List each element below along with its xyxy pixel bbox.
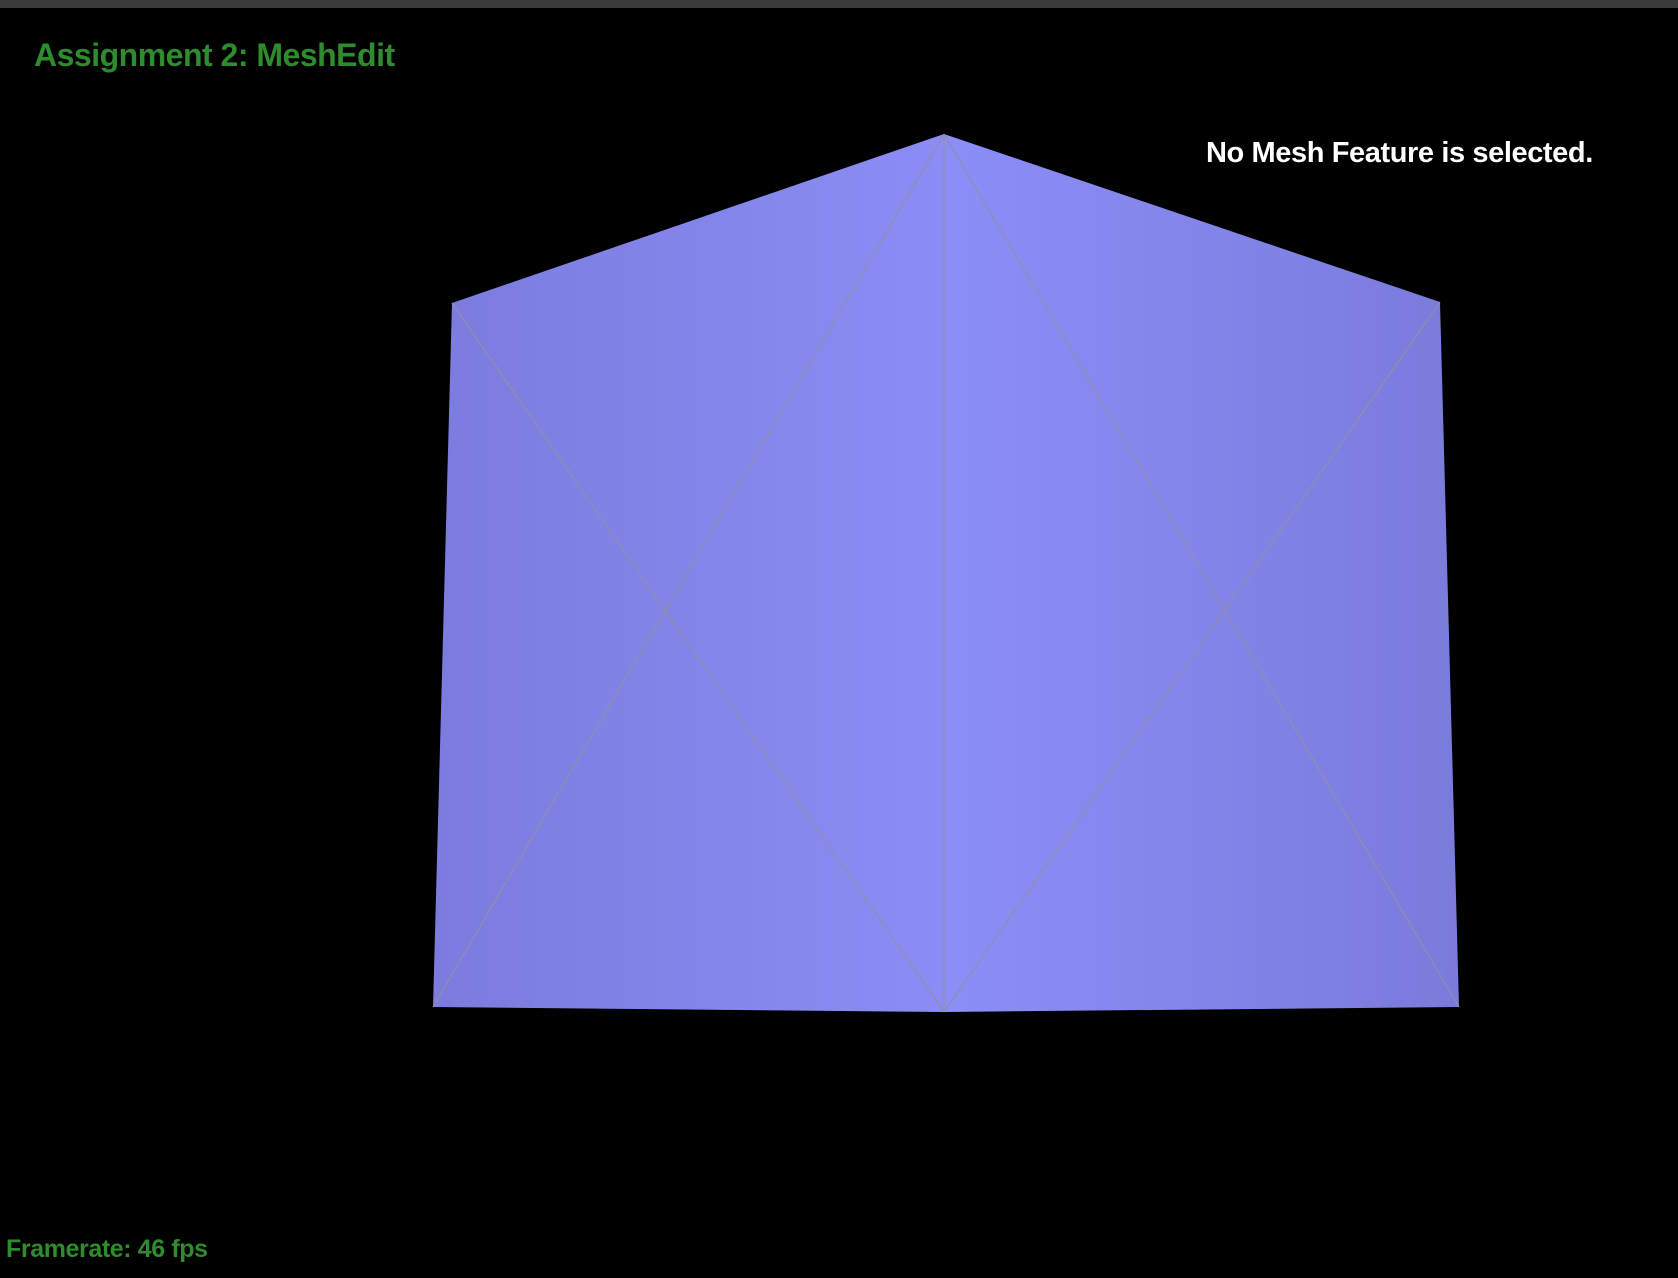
framerate-readout: Framerate: 46 fps (6, 1235, 208, 1263)
selection-status-text: No Mesh Feature is selected. (1206, 137, 1593, 169)
app-title: Assignment 2: MeshEdit (34, 37, 395, 73)
mesh-viewport[interactable]: Assignment 2: MeshEdit No Mesh Feature i… (0, 0, 1678, 1278)
mesh-canvas[interactable] (0, 0, 1678, 1278)
